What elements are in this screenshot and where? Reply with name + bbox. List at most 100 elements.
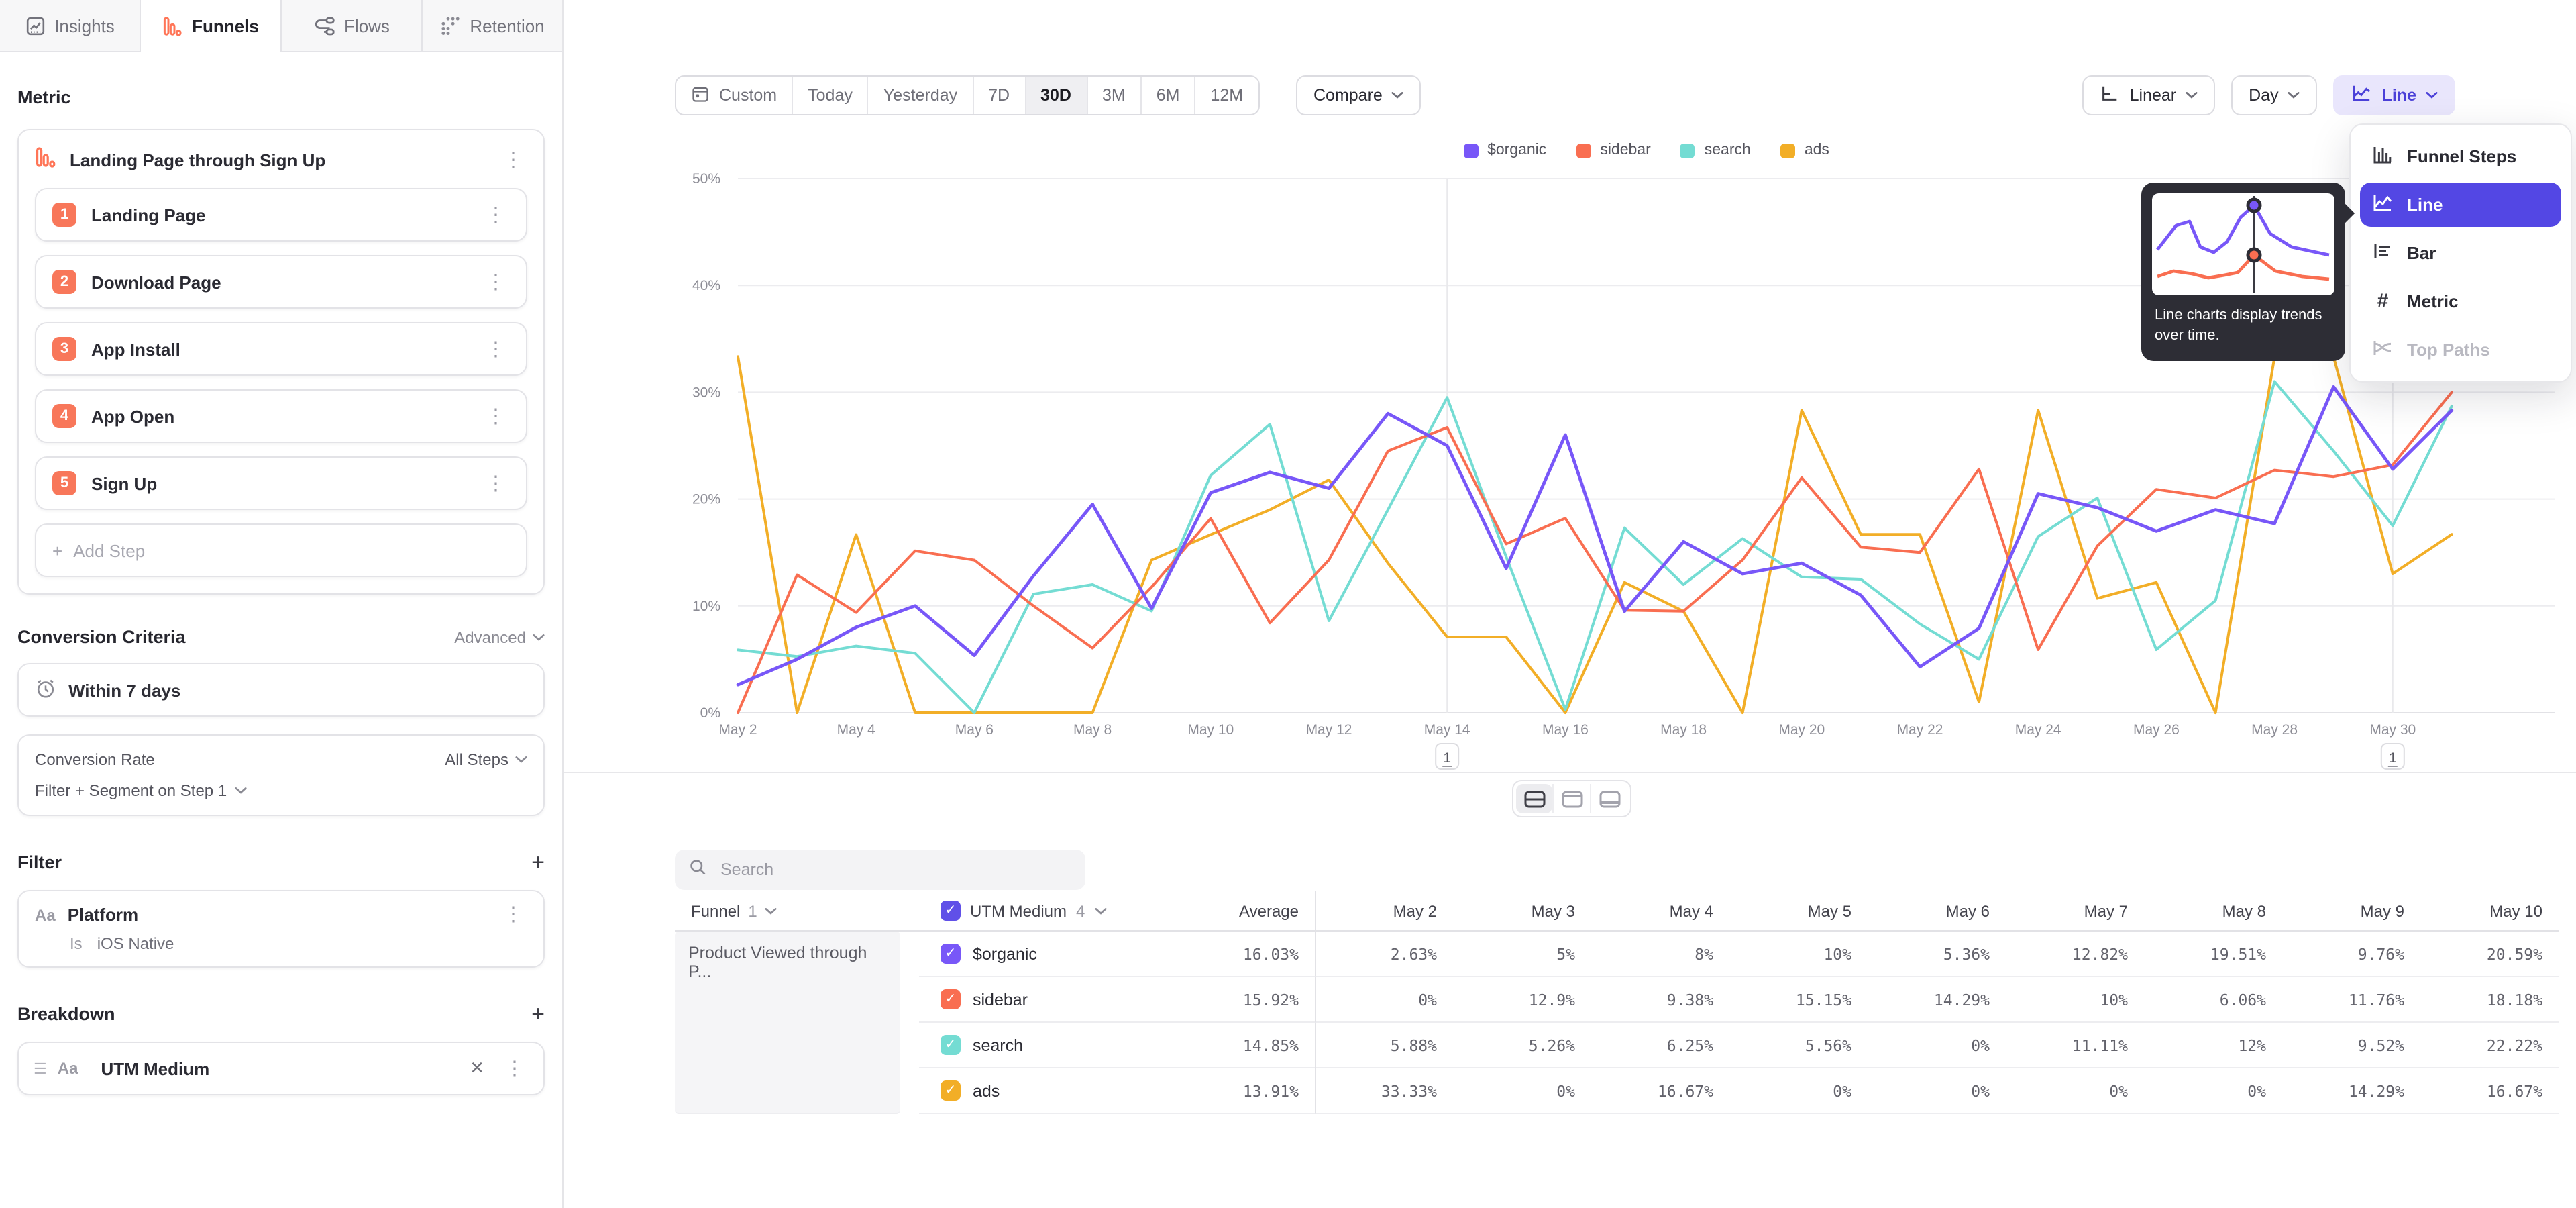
row-checkbox[interactable]: ✓ xyxy=(941,1035,961,1055)
conversion-rate-card: Conversion Rate All Steps Filter + Segme… xyxy=(17,734,545,816)
calendar-icon xyxy=(691,84,710,107)
filter-heading: Filter xyxy=(17,852,62,872)
range-custom[interactable]: Custom xyxy=(676,77,793,114)
metric-heading: Metric xyxy=(17,87,545,107)
tab-flows[interactable]: Flows xyxy=(282,0,423,51)
filter-property[interactable]: Platform xyxy=(68,905,499,925)
drag-handle-icon[interactable]: ☰ xyxy=(34,1060,47,1077)
compare-button[interactable]: Compare xyxy=(1296,75,1421,115)
svg-text:May 20: May 20 xyxy=(1778,722,1825,738)
menu-item-metric[interactable]: #Metric xyxy=(2360,279,2561,323)
chevron-down-icon xyxy=(2186,91,2198,99)
day-column-header: May 9 xyxy=(2282,891,2420,932)
range-label: 30D xyxy=(1040,86,1071,105)
cell-value: 2.63% xyxy=(1315,932,1453,977)
step-kebab-icon[interactable]: ⋮ xyxy=(482,272,510,292)
granularity-dropdown[interactable]: Day xyxy=(2231,75,2317,115)
filter-card: Aa Platform ⋮ Is iOS Native xyxy=(17,890,545,968)
section-divider xyxy=(564,772,2576,773)
row-checkbox[interactable]: ✓ xyxy=(941,944,961,964)
add-breakdown-button[interactable]: + xyxy=(531,1003,545,1025)
svg-text:1: 1 xyxy=(1443,750,1451,766)
table-row-name-sidebar[interactable]: ✓sidebar xyxy=(919,977,1134,1023)
step-kebab-icon[interactable]: ⋮ xyxy=(482,205,510,225)
tab-retention[interactable]: Retention xyxy=(423,0,562,51)
range-12m[interactable]: 12M xyxy=(1196,77,1258,114)
range-30d[interactable]: 30D xyxy=(1026,77,1087,114)
chart-type-dropdown[interactable]: Line xyxy=(2334,75,2455,115)
layout-bottom-icon[interactable] xyxy=(1590,784,1627,813)
tab-funnels[interactable]: Funnels xyxy=(141,0,282,51)
select-all-checkbox[interactable]: ✓ xyxy=(941,901,961,921)
menu-item-funnel-steps[interactable]: Funnel Steps xyxy=(2360,134,2561,179)
step-kebab-icon[interactable]: ⋮ xyxy=(482,473,510,493)
svg-text:May 22: May 22 xyxy=(1897,722,1943,738)
range-yesterday[interactable]: Yesterday xyxy=(869,77,973,114)
table-search[interactable] xyxy=(675,850,1085,890)
svg-text:20%: 20% xyxy=(692,492,720,507)
row-checkbox[interactable]: ✓ xyxy=(941,989,961,1009)
funnel-step-4[interactable]: 4App Open⋮ xyxy=(35,389,527,443)
advanced-dropdown[interactable]: Advanced xyxy=(454,627,545,646)
menu-item-label: Funnel Steps xyxy=(2407,146,2516,166)
tab-label: Flows xyxy=(344,15,390,36)
table-row-name-ads[interactable]: ✓ads xyxy=(919,1068,1134,1114)
breakdown-table: Funnel 1 ✓ UTM Medium 4 Average Product … xyxy=(675,891,2559,1114)
add-filter-button[interactable]: + xyxy=(531,851,545,874)
svg-text:May 16: May 16 xyxy=(1542,722,1589,738)
metric-kebab-icon[interactable]: ⋮ xyxy=(499,150,527,170)
funnel-step-1[interactable]: 1Landing Page⋮ xyxy=(35,188,527,242)
layout-split-horizontal-icon[interactable] xyxy=(1516,784,1552,813)
range-label: 6M xyxy=(1157,86,1180,105)
metric-card: Landing Page through Sign Up ⋮ 1Landing … xyxy=(17,129,545,595)
filter-segment-dropdown[interactable]: Filter + Segment on Step 1 xyxy=(35,781,527,800)
menu-item-label: Metric xyxy=(2407,291,2459,311)
bar-icon xyxy=(2372,240,2394,266)
search-icon xyxy=(688,857,707,883)
svg-text:May 28: May 28 xyxy=(2251,722,2298,738)
svg-text:1: 1 xyxy=(2389,750,2397,766)
range-7d[interactable]: 7D xyxy=(973,77,1026,114)
tab-insights[interactable]: Insights xyxy=(0,0,141,51)
range-label: Custom xyxy=(719,86,777,105)
funnel-step-3[interactable]: 3App Install⋮ xyxy=(35,322,527,376)
average-column-header: Average xyxy=(1134,891,1315,932)
remove-breakdown-icon[interactable]: ✕ xyxy=(470,1058,484,1079)
scale-dropdown[interactable]: Linear xyxy=(2083,75,2216,115)
filter-operator[interactable]: Is xyxy=(70,934,83,953)
line-icon xyxy=(2372,192,2394,217)
add-step-button[interactable]: + Add Step xyxy=(35,523,527,577)
breakdown-column-header[interactable]: ✓ UTM Medium 4 xyxy=(919,891,1134,932)
range-3m[interactable]: 3M xyxy=(1087,77,1142,114)
breakdown-property[interactable]: UTM Medium xyxy=(101,1058,459,1078)
filter-kebab-icon[interactable]: ⋮ xyxy=(499,905,527,925)
breakdown-kebab-icon[interactable]: ⋮ xyxy=(500,1058,529,1078)
funnel-group-cell[interactable]: Product Viewed through P... xyxy=(675,932,900,1114)
search-input[interactable] xyxy=(718,859,1072,880)
range-6m[interactable]: 6M xyxy=(1142,77,1196,114)
range-label: 12M xyxy=(1211,86,1244,105)
cell-value: 5% xyxy=(1453,932,1591,977)
layout-split-vertical-icon[interactable] xyxy=(1552,784,1590,813)
conversion-rate-dropdown[interactable]: All Steps xyxy=(445,750,527,769)
step-kebab-icon[interactable]: ⋮ xyxy=(482,406,510,426)
chevron-down-icon xyxy=(533,633,545,641)
cell-value: 12.9% xyxy=(1453,977,1591,1023)
day-column-header: May 8 xyxy=(2144,891,2282,932)
table-row-name-organic[interactable]: ✓$organic xyxy=(919,932,1134,977)
menu-item-bar[interactable]: Bar xyxy=(2360,231,2561,275)
tooltip-text: Line charts display trends over time. xyxy=(2152,306,2334,350)
menu-item-line[interactable]: Line xyxy=(2360,183,2561,227)
line-chart-icon xyxy=(2351,83,2373,107)
range-today[interactable]: Today xyxy=(793,77,869,114)
funnel-step-2[interactable]: 2Download Page⋮ xyxy=(35,255,527,309)
row-checkbox[interactable]: ✓ xyxy=(941,1080,961,1101)
funnel-step-5[interactable]: 5Sign Up⋮ xyxy=(35,456,527,510)
cell-value: 0% xyxy=(2006,1068,2144,1114)
table-row-name-search[interactable]: ✓search xyxy=(919,1023,1134,1068)
funnel-column-header[interactable]: Funnel 1 xyxy=(675,891,919,932)
main-content: Custom TodayYesterday7D 30D 3M 6M 12M Compare… xyxy=(564,0,2576,1208)
step-kebab-icon[interactable]: ⋮ xyxy=(482,339,510,359)
filter-value[interactable]: iOS Native xyxy=(97,934,174,953)
conversion-window-button[interactable]: Within 7 days xyxy=(17,663,545,717)
